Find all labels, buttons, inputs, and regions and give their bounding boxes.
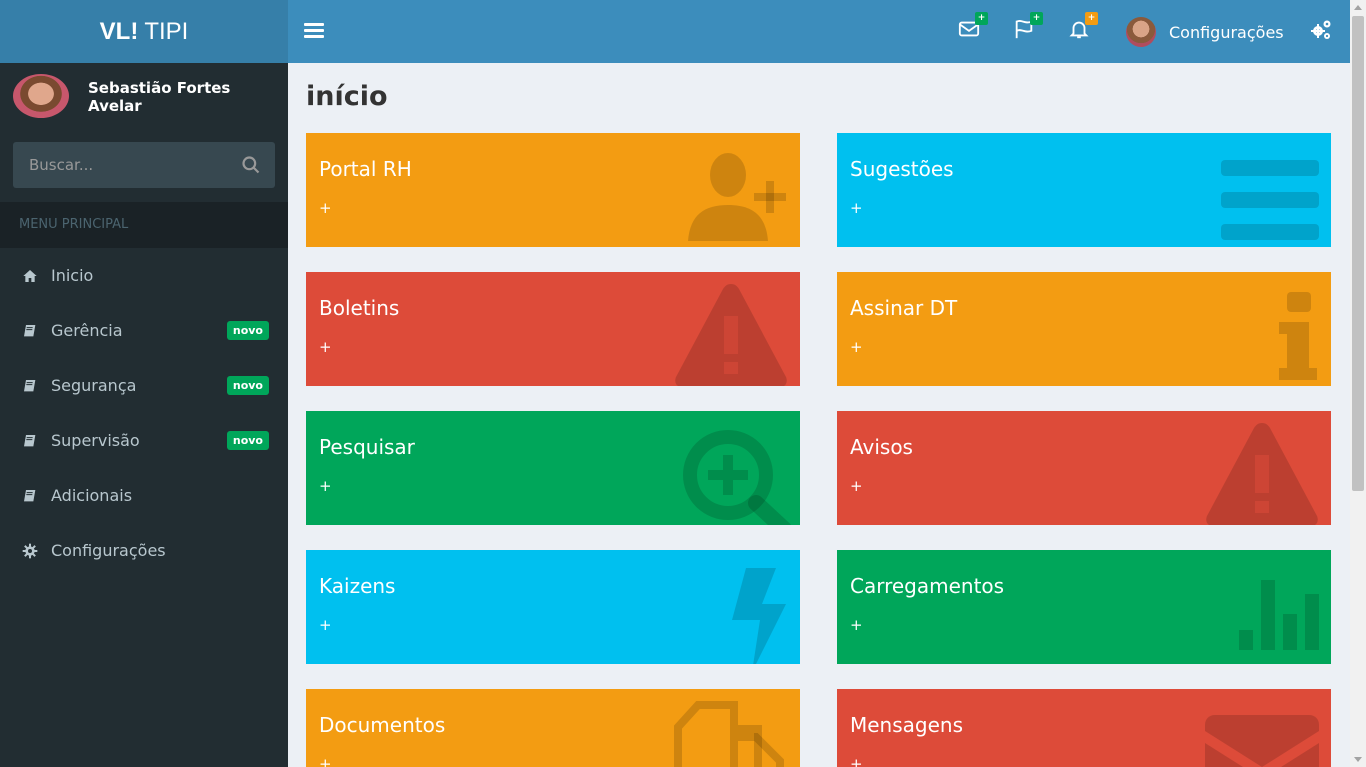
page-scrollbar[interactable]: [1350, 0, 1366, 767]
box-title: Assinar DT: [850, 296, 958, 320]
messages-badge: +: [975, 12, 988, 25]
notifications-button[interactable]: +: [1068, 12, 1098, 44]
box-mensagens[interactable]: Mensagens +: [837, 689, 1331, 767]
sidebar-item-label: Supervisão: [51, 431, 140, 450]
sidebar-item-label: Adicionais: [51, 486, 133, 505]
search-icon: [242, 156, 260, 174]
box-title: Sugestões: [850, 157, 954, 181]
control-sidebar-button[interactable]: [1309, 18, 1333, 42]
box-documentos[interactable]: Documentos +: [306, 689, 800, 767]
box-portal-rh[interactable]: Portal RH +: [306, 133, 800, 247]
box-boletins[interactable]: Boletins +: [306, 272, 800, 386]
bolt-icon: [732, 568, 786, 664]
sidebar-item-seguranca[interactable]: Segurança novo: [0, 358, 288, 413]
box-title: Portal RH: [319, 157, 412, 181]
box-title: Kaizens: [319, 574, 396, 598]
box-sugestoes[interactable]: Sugestões +: [837, 133, 1331, 247]
book-icon: [22, 433, 38, 449]
notifications-badge: +: [1085, 12, 1098, 25]
sidebar-item-adicionais[interactable]: Adicionais: [0, 468, 288, 523]
sidebar-toggle-button[interactable]: [304, 20, 324, 42]
top-navbar: + + + Configurações: [288, 0, 1350, 63]
box-pesquisar[interactable]: Pesquisar +: [306, 411, 800, 525]
logo-bold: VL!: [99, 17, 139, 45]
sidebar-item-label: Inicio: [51, 266, 94, 285]
gears-icon: [1311, 20, 1331, 39]
scroll-up-icon[interactable]: [1354, 5, 1362, 10]
gear-icon: [22, 543, 38, 559]
search-button[interactable]: [241, 155, 261, 175]
box-title: Mensagens: [850, 713, 964, 737]
box-more-link[interactable]: +: [850, 338, 863, 356]
box-assinar-dt[interactable]: Assinar DT +: [837, 272, 1331, 386]
sidebar-item-label: Configurações: [51, 541, 166, 560]
bar-chart-icon: [1239, 580, 1319, 650]
zoom-in-icon: [683, 430, 791, 525]
home-icon: [22, 268, 38, 284]
sidebar-search: [13, 142, 275, 188]
box-title: Pesquisar: [319, 435, 415, 459]
warning-icon: [1206, 423, 1318, 525]
main-sidebar: Sebastião Fortes Avelar MENU PRINCIPAL I…: [0, 63, 288, 767]
envelope-icon: [1205, 715, 1319, 767]
new-badge: novo: [226, 376, 269, 395]
box-more-link[interactable]: +: [850, 755, 863, 767]
box-more-link[interactable]: +: [850, 616, 863, 634]
user-menu[interactable]: Configurações: [1126, 16, 1284, 48]
content-wrapper: início Portal RH + Sugestões + Boletins …: [288, 63, 1350, 767]
box-more-link[interactable]: +: [319, 616, 332, 634]
warning-icon: [675, 284, 787, 386]
page-title: início: [306, 81, 388, 112]
scroll-down-icon[interactable]: [1354, 757, 1362, 762]
box-more-link[interactable]: +: [850, 477, 863, 495]
box-carregamentos[interactable]: Carregamentos +: [837, 550, 1331, 664]
sidebar-item-gerencia[interactable]: Gerência novo: [0, 303, 288, 358]
sidebar-item-configuracoes[interactable]: Configurações: [0, 523, 288, 578]
box-title: Carregamentos: [850, 574, 1005, 598]
box-title: Boletins: [319, 296, 400, 320]
user-plus-icon: [688, 153, 786, 241]
book-icon: [22, 378, 38, 394]
sidebar-item-label: Gerência: [51, 321, 123, 340]
scrollbar-thumb[interactable]: [1352, 16, 1364, 491]
files-icon: [674, 701, 784, 767]
sidebar-menu: Inicio Gerência novo Segurança novo Supe…: [0, 248, 288, 578]
user-panel: Sebastião Fortes Avelar: [0, 63, 288, 129]
user-menu-label: Configurações: [1169, 22, 1284, 42]
box-title: Documentos: [319, 713, 446, 737]
box-avisos[interactable]: Avisos +: [837, 411, 1331, 525]
tasks-badge: +: [1030, 12, 1043, 25]
messages-button[interactable]: +: [958, 12, 988, 44]
sidebar-item-inicio[interactable]: Inicio: [0, 248, 288, 303]
new-badge: novo: [226, 321, 269, 340]
book-icon: [22, 323, 38, 339]
box-more-link[interactable]: +: [319, 199, 332, 217]
menu-header: MENU PRINCIPAL: [0, 202, 288, 248]
search-input[interactable]: [13, 142, 275, 188]
list-icon: [1221, 160, 1319, 240]
new-badge: novo: [226, 431, 269, 450]
user-avatar-small: [1126, 17, 1156, 47]
box-more-link[interactable]: +: [319, 755, 332, 767]
box-more-link[interactable]: +: [850, 199, 863, 217]
info-icon: [1279, 292, 1317, 380]
user-avatar: [13, 74, 69, 118]
box-kaizens[interactable]: Kaizens +: [306, 550, 800, 664]
user-name: Sebastião Fortes Avelar: [88, 79, 231, 115]
sidebar-item-supervisao[interactable]: Supervisão novo: [0, 413, 288, 468]
box-more-link[interactable]: +: [319, 338, 332, 356]
tasks-button[interactable]: +: [1013, 12, 1043, 44]
app-logo[interactable]: VL! TIPI: [0, 0, 288, 63]
book-icon: [22, 488, 38, 504]
box-title: Avisos: [850, 435, 913, 459]
logo-text: TIPI: [144, 17, 189, 45]
box-more-link[interactable]: +: [319, 477, 332, 495]
sidebar-item-label: Segurança: [51, 376, 137, 395]
